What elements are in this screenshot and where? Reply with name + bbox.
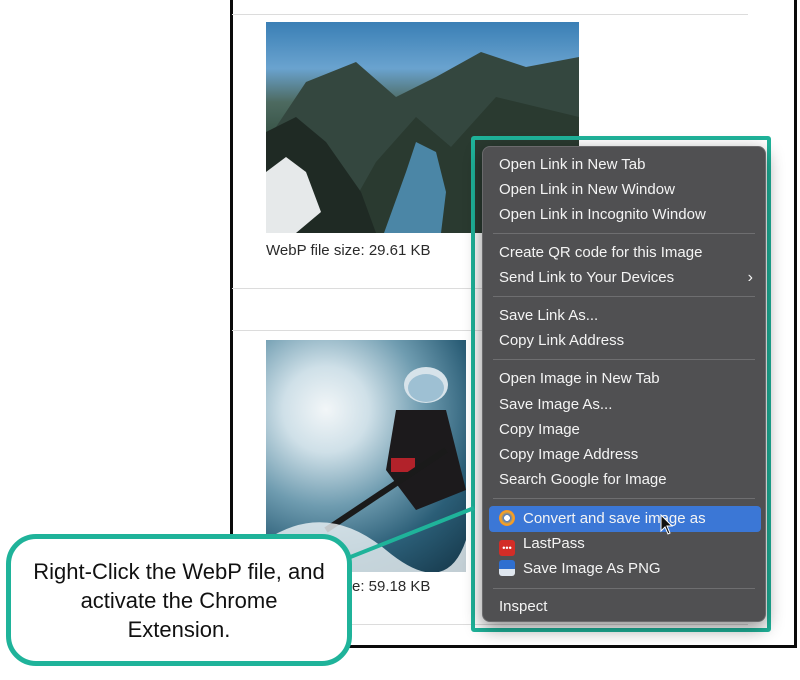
png-file-icon — [499, 560, 515, 576]
menu-item-open-link-new-tab[interactable]: Open Link in New Tab — [499, 154, 753, 176]
instruction-callout: Right-Click the WebP file, and activate … — [6, 534, 352, 666]
menu-item-create-qr[interactable]: Create QR code for this Image — [499, 242, 753, 264]
menu-separator — [493, 588, 755, 589]
menu-item-save-image-as[interactable]: Save Image As... — [499, 394, 753, 416]
menu-item-label: LastPass — [523, 535, 585, 552]
image-caption: WebP file size: 29.61 KB — [266, 242, 431, 259]
context-menu: Open Link in New Tab Open Link in New Wi… — [482, 146, 766, 622]
callout-text: Right-Click the WebP file, and activate … — [33, 558, 325, 642]
lastpass-icon: ••• — [499, 540, 515, 556]
image-caption: e: 59.18 KB — [352, 578, 431, 595]
menu-item-save-link-as[interactable]: Save Link As... — [499, 305, 753, 327]
menu-item-search-google-image[interactable]: Search Google for Image — [499, 469, 753, 491]
menu-item-copy-link-address[interactable]: Copy Link Address — [499, 330, 753, 352]
menu-item-inspect[interactable]: Inspect — [499, 596, 753, 618]
menu-item-open-link-incognito[interactable]: Open Link in Incognito Window — [499, 204, 753, 226]
menu-item-send-link[interactable]: Send Link to Your Devices › — [499, 267, 753, 289]
menu-item-copy-image-address[interactable]: Copy Image Address — [499, 444, 753, 466]
menu-item-open-link-new-window[interactable]: Open Link in New Window — [499, 179, 753, 201]
menu-item-save-image-as-png[interactable]: Save Image As PNG — [499, 558, 753, 580]
menu-separator — [493, 296, 755, 297]
menu-item-lastpass[interactable]: ••• LastPass — [499, 533, 753, 556]
menu-item-label: Save Image As PNG — [523, 560, 661, 577]
extension-icon — [499, 510, 515, 526]
menu-item-copy-image[interactable]: Copy Image — [499, 419, 753, 441]
menu-separator — [493, 498, 755, 499]
menu-item-label: Send Link to Your Devices — [499, 269, 675, 286]
menu-item-convert-and-save[interactable]: Convert and save image as — [489, 506, 761, 532]
divider — [232, 14, 748, 15]
menu-separator — [493, 359, 755, 360]
menu-separator — [493, 233, 755, 234]
chevron-right-icon: › — [747, 269, 753, 286]
menu-item-label: Convert and save image as — [523, 510, 706, 527]
menu-item-open-image-new-tab[interactable]: Open Image in New Tab — [499, 368, 753, 390]
mouse-cursor-icon — [660, 514, 674, 535]
